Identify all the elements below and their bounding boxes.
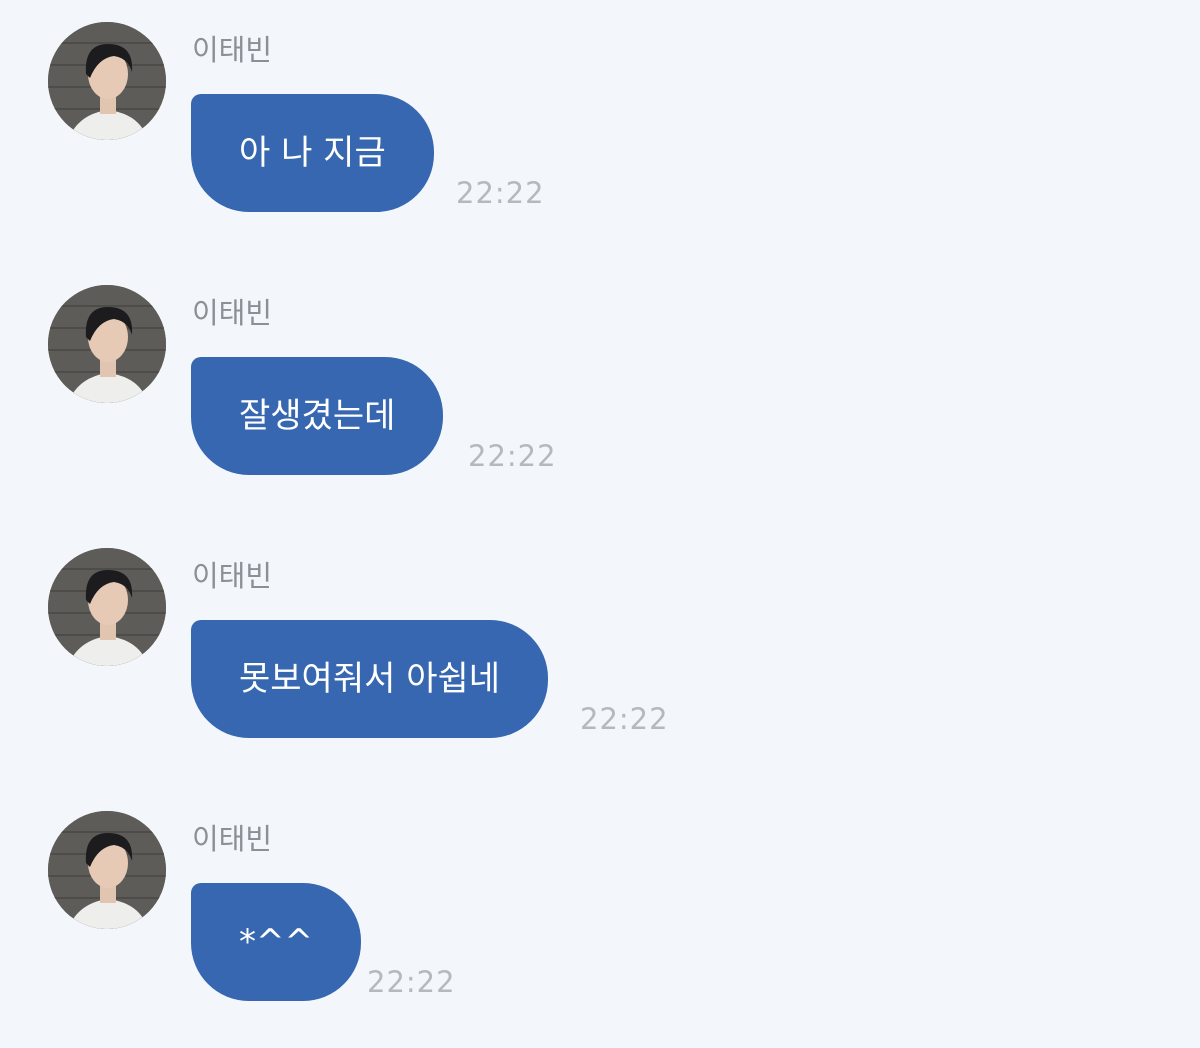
message-row: 이태빈 아 나 지금 22:22: [0, 0, 1200, 240]
message-row: 이태빈 잘생겼는데 22:22: [0, 263, 1200, 503]
chat-message-list: 이태빈 아 나 지금 22:22 이태빈 잘생겼는데 22:22 이태빈 못보여…: [0, 0, 1200, 1048]
sender-avatar[interactable]: [48, 548, 166, 666]
message-bubble[interactable]: *^^: [191, 883, 361, 1001]
sender-name: 이태빈: [192, 296, 273, 330]
sender-name: 이태빈: [192, 822, 273, 856]
message-time: 22:22: [456, 176, 545, 210]
message-time: 22:22: [367, 965, 456, 999]
message-bubble[interactable]: 아 나 지금: [191, 94, 434, 212]
sender-name: 이태빈: [192, 33, 273, 67]
sender-avatar[interactable]: [48, 811, 166, 929]
sender-avatar[interactable]: [48, 22, 166, 140]
message-time: 22:22: [468, 439, 557, 473]
sender-avatar[interactable]: [48, 285, 166, 403]
message-bubble[interactable]: 못보여줘서 아쉽네: [191, 620, 549, 738]
message-row: 이태빈 못보여줘서 아쉽네 22:22: [0, 526, 1200, 766]
message-bubble[interactable]: 잘생겼는데: [191, 357, 444, 475]
sender-name: 이태빈: [192, 559, 273, 593]
message-row: 이태빈 *^^ 22:22: [0, 789, 1200, 1029]
message-time: 22:22: [580, 702, 669, 736]
